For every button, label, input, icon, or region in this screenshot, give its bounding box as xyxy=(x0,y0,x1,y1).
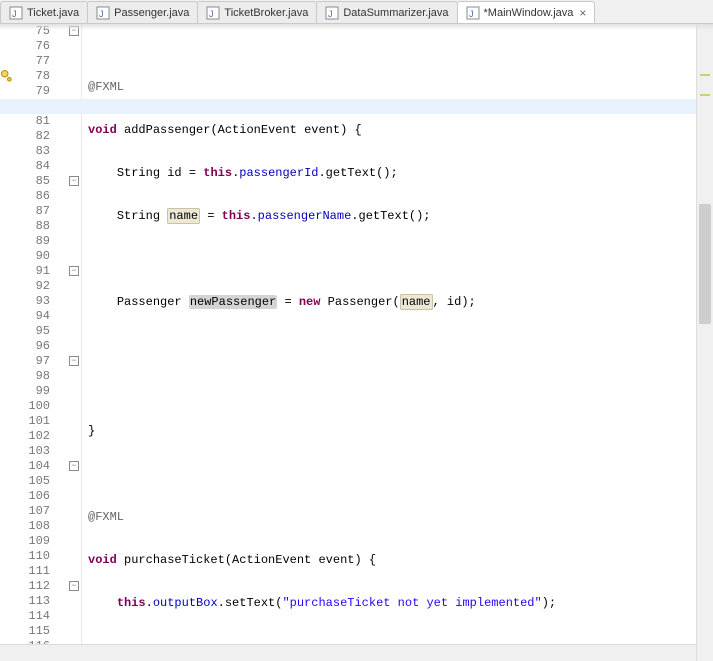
svg-text:J: J xyxy=(99,9,104,19)
tab-datasummarizer[interactable]: J DataSummarizer.java xyxy=(316,1,457,23)
line-number: 104 xyxy=(16,459,68,474)
line-number: 75 xyxy=(16,24,68,39)
svg-text:J: J xyxy=(469,9,474,19)
editor-area: 7576777879808182838485868788899091929394… xyxy=(0,24,713,661)
editor-tabs: J Ticket.java J Passenger.java J TicketB… xyxy=(0,0,713,24)
line-number: 83 xyxy=(16,144,68,159)
tab-passenger[interactable]: J Passenger.java xyxy=(87,1,198,23)
close-icon[interactable]: × xyxy=(579,7,586,19)
java-file-icon: J xyxy=(466,6,480,20)
vertical-scrollbar[interactable] xyxy=(696,24,713,661)
tab-ticket[interactable]: J Ticket.java xyxy=(0,1,88,23)
code-area[interactable]: @FXML void addPassenger(ActionEvent even… xyxy=(82,24,696,661)
java-file-icon: J xyxy=(9,6,23,20)
fold-toggle-icon[interactable] xyxy=(69,266,79,276)
line-number: 81 xyxy=(16,114,68,129)
line-number: 109 xyxy=(16,534,68,549)
line-number: 107 xyxy=(16,504,68,519)
line-number: 95 xyxy=(16,324,68,339)
fold-toggle-icon[interactable] xyxy=(69,581,79,591)
tab-mainwindow[interactable]: J *MainWindow.java × xyxy=(457,1,596,23)
line-number: 78 xyxy=(16,69,68,84)
line-number: 84 xyxy=(16,159,68,174)
line-number: 101 xyxy=(16,414,68,429)
current-line-highlight xyxy=(82,99,696,114)
line-number: 100 xyxy=(16,399,68,414)
java-file-icon: J xyxy=(325,6,339,20)
fold-column xyxy=(68,24,82,661)
line-number: 110 xyxy=(16,549,68,564)
line-number: 82 xyxy=(16,129,68,144)
occurrence-highlight: name xyxy=(167,208,200,224)
scrollbar-thumb[interactable] xyxy=(699,204,711,324)
java-file-icon: J xyxy=(206,6,220,20)
warning-icon[interactable] xyxy=(1,70,14,83)
tab-ticketbroker[interactable]: J TicketBroker.java xyxy=(197,1,317,23)
line-number: 91 xyxy=(16,264,68,279)
tab-label: DataSummarizer.java xyxy=(343,7,448,19)
line-number: 96 xyxy=(16,339,68,354)
line-number: 87 xyxy=(16,204,68,219)
tab-label: Passenger.java xyxy=(114,7,189,19)
line-number: 89 xyxy=(16,234,68,249)
horizontal-scrollbar[interactable] xyxy=(0,644,696,661)
line-number: 97 xyxy=(16,354,68,369)
occurrence-highlight: name xyxy=(400,294,433,310)
line-number: 85 xyxy=(16,174,68,189)
line-number: 90 xyxy=(16,249,68,264)
tab-label: Ticket.java xyxy=(27,7,79,19)
svg-text:J: J xyxy=(209,9,214,19)
overview-warning-icon[interactable] xyxy=(700,94,710,96)
tab-label: *MainWindow.java xyxy=(484,7,574,19)
line-number: 77 xyxy=(16,54,68,69)
line-number: 94 xyxy=(16,309,68,324)
line-number: 114 xyxy=(16,609,68,624)
fold-toggle-icon[interactable] xyxy=(69,356,79,366)
line-number: 93 xyxy=(16,294,68,309)
line-number: 79 xyxy=(16,84,68,99)
line-number: 98 xyxy=(16,369,68,384)
line-number: 88 xyxy=(16,219,68,234)
occurrence-highlight: newPassenger xyxy=(189,295,277,309)
line-number: 112 xyxy=(16,579,68,594)
line-number: 115 xyxy=(16,624,68,639)
fold-toggle-icon[interactable] xyxy=(69,461,79,471)
line-number: 111 xyxy=(16,564,68,579)
java-file-icon: J xyxy=(96,6,110,20)
line-number: 108 xyxy=(16,519,68,534)
marker-column xyxy=(0,24,16,661)
overview-warning-icon[interactable] xyxy=(700,74,710,76)
fold-toggle-icon[interactable] xyxy=(69,26,79,36)
line-number: 102 xyxy=(16,429,68,444)
line-number: 113 xyxy=(16,594,68,609)
line-number-gutter: 7576777879808182838485868788899091929394… xyxy=(16,24,68,661)
svg-text:J: J xyxy=(328,9,333,19)
svg-text:J: J xyxy=(12,9,17,19)
line-number: 86 xyxy=(16,189,68,204)
line-number: 106 xyxy=(16,489,68,504)
line-number: 99 xyxy=(16,384,68,399)
annotation: @FXML xyxy=(88,80,124,94)
line-number: 76 xyxy=(16,39,68,54)
line-number: 103 xyxy=(16,444,68,459)
line-number: 92 xyxy=(16,279,68,294)
tab-label: TicketBroker.java xyxy=(224,7,308,19)
line-number: 105 xyxy=(16,474,68,489)
fold-toggle-icon[interactable] xyxy=(69,176,79,186)
